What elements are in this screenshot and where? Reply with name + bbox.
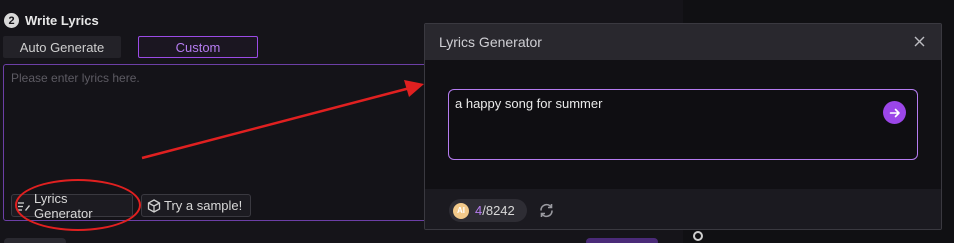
quota-total: /8242 — [482, 203, 515, 218]
dialog-header: Lyrics Generator — [425, 24, 941, 60]
send-button[interactable] — [883, 101, 906, 124]
tab-custom[interactable]: Custom — [138, 36, 258, 58]
quota-pill: AI 4/8242 — [449, 199, 527, 222]
dialog-body: a happy song for summer — [425, 60, 941, 189]
tab-auto-generate[interactable]: Auto Generate — [3, 36, 121, 58]
prompt-value: a happy song for summer — [455, 96, 603, 111]
next-section-control — [4, 238, 66, 243]
ai-coin-icon: AI — [453, 202, 469, 219]
close-icon — [914, 36, 924, 46]
try-sample-button[interactable]: Try a sample! — [141, 194, 251, 217]
annotation-highlight-ellipse — [15, 179, 141, 231]
next-section-button[interactable] — [586, 238, 658, 243]
step-badge: 2 — [4, 13, 19, 28]
lyrics-placeholder: Please enter lyrics here. — [11, 71, 140, 85]
lyrics-generator-dialog: Lyrics Generator a happy song for summer… — [424, 23, 942, 230]
arrow-right-icon — [889, 108, 900, 117]
refresh-button[interactable] — [538, 202, 555, 219]
dialog-footer: AI 4/8242 — [425, 189, 941, 229]
dialog-title: Lyrics Generator — [439, 34, 542, 50]
try-sample-label: Try a sample! — [164, 198, 243, 213]
prompt-input[interactable]: a happy song for summer — [448, 89, 918, 160]
quota-text: 4/8242 — [475, 203, 515, 218]
refresh-icon — [540, 203, 553, 218]
cube-icon — [147, 198, 161, 213]
radio-indicator[interactable] — [693, 231, 703, 241]
section-header: 2 Write Lyrics — [4, 13, 99, 28]
section-title: Write Lyrics — [25, 13, 99, 28]
close-button[interactable] — [911, 33, 927, 49]
